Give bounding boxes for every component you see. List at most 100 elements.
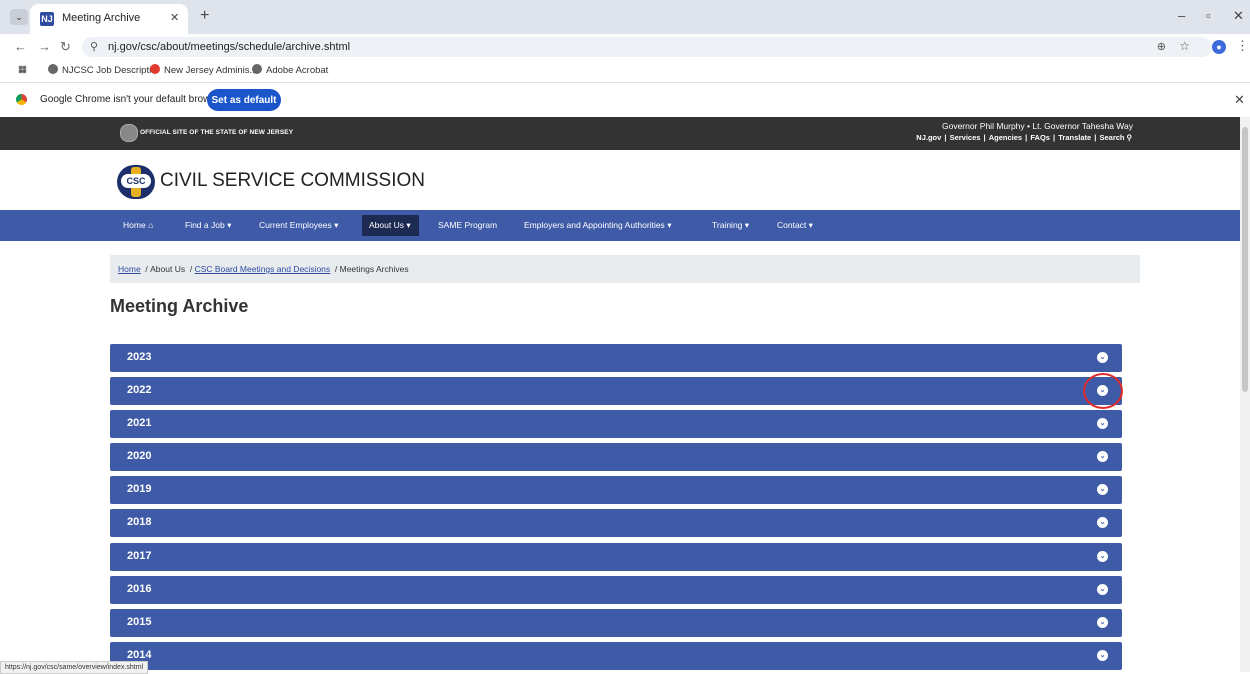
nav-about-us[interactable]: About Us ▾ [369,220,411,231]
link-faqs[interactable]: FAQs [1030,133,1050,142]
restore-icon[interactable]: ▫ [1206,8,1211,23]
link-search[interactable]: Search [1099,133,1124,142]
nav-find-a-job[interactable]: Find a Job ▾ [185,220,231,231]
nav-employers[interactable]: Employers and Appointing Authorities ▾ [524,220,671,231]
tab-title: Meeting Archive [62,12,141,24]
bookmark-nj-admin[interactable]: New Jersey Adminis... [150,64,257,76]
accordion-item-2014[interactable]: 2014 ⌄ [110,642,1122,670]
link-services[interactable]: Services [950,133,981,142]
accordion-item-2022[interactable]: 2022 ⌄ [110,377,1122,405]
link-agencies[interactable]: Agencies [989,133,1022,142]
nj-admin-icon [150,64,160,74]
nav-current-employees[interactable]: Current Employees ▾ [259,220,338,231]
reload-icon[interactable]: ↻ [60,39,71,55]
accordion-year: 2021 [127,417,152,429]
bookmark-star-icon[interactable]: ☆ [1179,39,1190,53]
chevron-down-icon[interactable]: ⌄ [1097,551,1108,562]
page-title: Meeting Archive [110,296,249,316]
caret-down-icon: ▾ [334,220,339,230]
governor-text: Governor Phil Murphy • Lt. Governor Tahe… [941,121,1133,131]
main-nav: Home ⌂ Find a Job ▾ Current Employees ▾ … [0,210,1240,241]
default-browser-infobar: Google Chrome isn't your default browser… [0,83,1250,118]
link-translate[interactable]: Translate [1058,133,1091,142]
infobar-message: Google Chrome isn't your default browser [40,94,225,105]
bookmark-njcsc[interactable]: NJCSC Job Descripti... [48,64,159,76]
apps-grid-icon[interactable]: ▦ [18,64,27,75]
state-banner: OFFICIAL SITE OF THE STATE OF NEW JERSEY… [0,117,1240,150]
browser-tab-bar: ⌄ NJ Meeting Archive ✕ + – ▫ ✕ [0,0,1250,34]
browser-tab[interactable]: NJ Meeting Archive ✕ [30,4,188,34]
site-info-icon[interactable]: ⚲ [90,40,98,53]
accordion-item-2019[interactable]: 2019 ⌄ [110,476,1122,504]
nav-same-program[interactable]: SAME Program [438,220,497,230]
forward-icon[interactable]: → [38,39,51,54]
breadcrumb-items: Home / About Us / CSC Board Meetings and… [118,264,409,274]
globe-icon [252,64,262,74]
new-tab-icon[interactable]: + [200,7,209,25]
window-close-icon[interactable]: ✕ [1233,8,1244,24]
accordion-year: 2015 [127,616,152,628]
home-icon: ⌂ [148,220,154,230]
chrome-logo-icon [16,94,27,105]
minimize-icon[interactable]: – [1178,8,1185,23]
accordion-year: 2019 [127,483,152,495]
accordion-item-2017[interactable]: 2017 ⌄ [110,543,1122,571]
address-url[interactable]: nj.gov/csc/about/meetings/schedule/archi… [108,41,350,53]
status-bar-url: https://nj.gov/csc/same/overview/index.s… [0,661,149,674]
browser-toolbar: ← → ↻ ⚲ nj.gov/csc/about/meetings/schedu… [0,34,1250,60]
site-title[interactable]: CIVIL SERVICE COMMISSION [160,170,425,192]
breadcrumb-about-us: About Us [150,264,186,274]
infobar-close-icon[interactable]: ✕ [1234,92,1245,108]
tab-close-icon[interactable]: ✕ [170,11,179,24]
nj-favicon-icon: NJ [40,12,54,26]
caret-down-icon: ▾ [744,220,750,230]
chevron-down-icon[interactable]: ⌄ [1097,584,1108,595]
menu-kebab-icon[interactable]: ⋮ [1236,38,1249,54]
state-links: NJ.gov | Services | Agencies | FAQs | Tr… [916,133,1133,142]
accordion-year: 2022 [127,384,152,396]
scrollbar-thumb[interactable] [1242,127,1248,392]
address-bar[interactable]: ⚲ nj.gov/csc/about/meetings/schedule/arc… [82,37,1212,57]
accordion-year: 2023 [127,351,152,363]
set-default-button[interactable]: Set as default [207,89,281,111]
caret-down-icon: ▾ [808,220,813,230]
chevron-down-icon[interactable]: ⌄ [1097,517,1108,528]
accordion-item-2020[interactable]: 2020 ⌄ [110,443,1122,471]
accordion-item-2018[interactable]: 2018 ⌄ [110,509,1122,537]
zoom-icon[interactable]: ⊕ [1157,40,1166,53]
accordion-item-2021[interactable]: 2021 ⌄ [110,410,1122,438]
breadcrumb-board-meetings[interactable]: CSC Board Meetings and Decisions [195,264,331,274]
chevron-down-icon[interactable]: ⌄ [1097,617,1108,628]
accordion-year: 2014 [127,649,152,661]
chevron-down-icon[interactable]: ⌄ [1097,650,1108,661]
caret-down-icon: ▾ [227,220,232,230]
accordion-item-2016[interactable]: 2016 ⌄ [110,576,1122,604]
caret-down-icon: ▾ [667,220,672,230]
link-njgov[interactable]: NJ.gov [916,133,941,142]
bookmarks-bar: ▦ NJCSC Job Descripti... New Jersey Admi… [0,60,1250,83]
tab-search-button[interactable]: ⌄ [10,9,28,25]
chevron-down-icon[interactable]: ⌄ [1097,418,1108,429]
back-icon[interactable]: ← [14,39,27,54]
nav-contact[interactable]: Contact ▾ [777,220,813,231]
globe-icon [48,64,58,74]
caret-down-icon: ▾ [406,220,411,230]
breadcrumb: Home / About Us / CSC Board Meetings and… [110,255,1140,283]
accordion-item-2023[interactable]: 2023 ⌄ [110,344,1122,372]
chevron-down-icon[interactable]: ⌄ [1097,451,1108,462]
breadcrumb-home[interactable]: Home [118,264,141,274]
bookmark-adobe[interactable]: Adobe Acrobat [252,64,328,76]
page-scrollbar[interactable] [1240,117,1250,672]
profile-avatar-icon[interactable]: ● [1212,40,1226,54]
nav-home[interactable]: Home ⌂ [123,220,153,230]
nj-seal-icon [120,124,138,142]
chevron-down-icon[interactable]: ⌄ [1097,352,1108,363]
nav-training[interactable]: Training ▾ [712,220,749,231]
accordion-year: 2018 [127,516,152,528]
logo-text: CSC [121,174,151,188]
chevron-down-icon[interactable]: ⌄ [1097,484,1108,495]
accordion-item-2015[interactable]: 2015 ⌄ [110,609,1122,637]
breadcrumb-current: Meetings Archives [339,264,409,274]
search-icon[interactable]: ⚲ [1127,133,1133,142]
red-circle-annotation [1083,373,1123,409]
